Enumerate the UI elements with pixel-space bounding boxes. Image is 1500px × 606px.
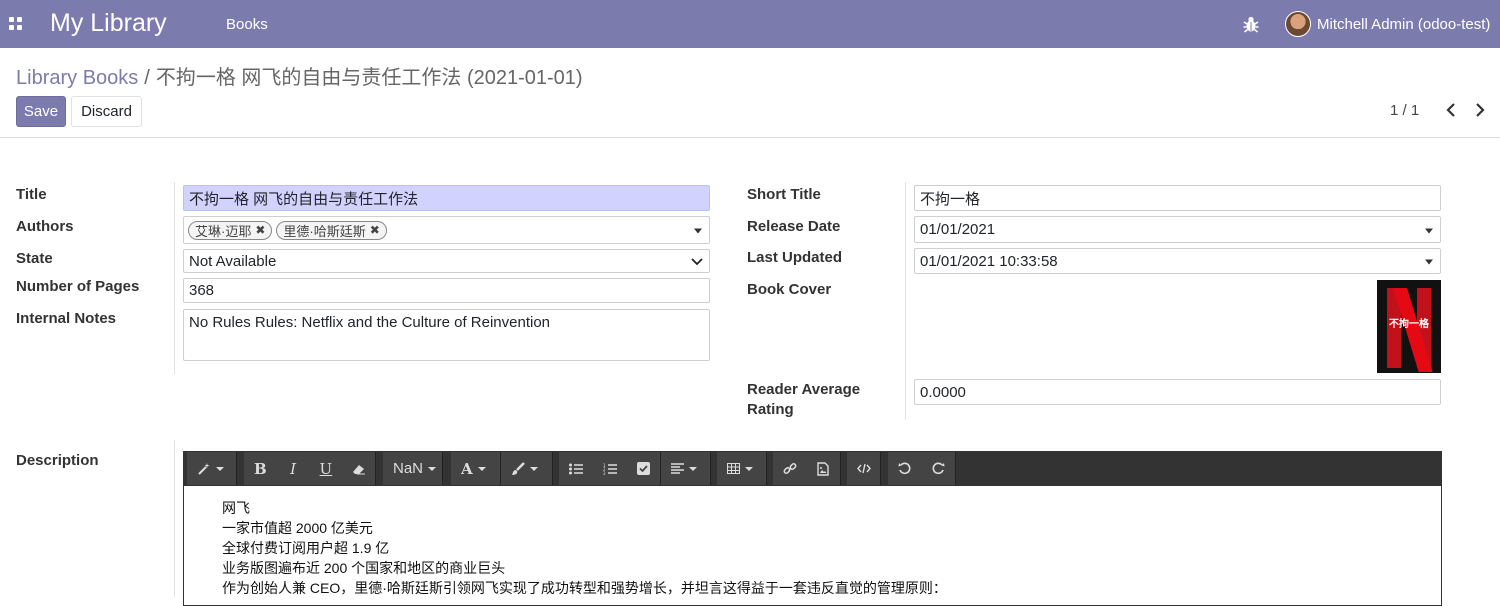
code-view-icon[interactable]: [847, 452, 880, 485]
breadcrumb-current-record: 不拘一格 网飞的自由与责任工作法 (2021-01-01): [155, 67, 583, 89]
table-group: [717, 452, 767, 485]
menu-books[interactable]: Books: [226, 16, 268, 33]
rating-label-line2: Rating: [747, 401, 794, 418]
release-date-picker[interactable]: 01/01/2021: [914, 216, 1441, 243]
chevron-down-icon: [691, 258, 703, 266]
apps-menu-icon[interactable]: [9, 17, 23, 31]
undo-icon[interactable]: [888, 452, 922, 485]
short-title-input[interactable]: 不拘一格: [914, 185, 1441, 211]
user-menu[interactable]: Mitchell Admin (odoo-test): [1317, 16, 1490, 33]
description-line: 作为创始人兼 CEO，里德·哈斯廷斯引领网飞实现了成功转型和强势增长，并坦言这得…: [222, 580, 947, 596]
magic-wand-icon[interactable]: [187, 452, 234, 485]
breadcrumb-separator: /: [144, 67, 150, 89]
debug-bug-icon[interactable]: [1243, 15, 1259, 33]
author-tag-label: 里德·哈斯廷斯: [283, 223, 366, 239]
list-group: 123: [559, 452, 661, 485]
image-icon[interactable]: [807, 452, 841, 485]
top-navbar: My Library Books Mitchell Admin (odoo-te…: [0, 0, 1500, 48]
rating-input[interactable]: 0.0000: [914, 379, 1441, 405]
remove-tag-icon[interactable]: ✖: [255, 223, 265, 237]
underline-icon[interactable]: U: [310, 452, 343, 485]
description-line: 一家市值超 2000 亿美元: [222, 520, 373, 536]
release-date-value: 01/01/2021: [920, 221, 996, 238]
dropdown-caret-icon[interactable]: [1425, 259, 1433, 265]
save-button[interactable]: Save: [16, 96, 66, 127]
description-editor[interactable]: 网飞 一家市值超 2000 亿美元 全球付费订阅用户超 1.9 亿 业务版图遍布…: [183, 486, 1442, 606]
rating-label: Reader Average Rating: [747, 380, 860, 420]
remove-tag-icon[interactable]: ✖: [370, 223, 380, 237]
breadcrumb: Library Books / 不拘一格 网飞的自由与责任工作法 (2021-01-…: [16, 61, 583, 90]
pages-label: Number of Pages: [16, 278, 140, 295]
breadcrumb-library-books[interactable]: Library Books: [16, 67, 138, 89]
last-updated-label: Last Updated: [747, 249, 843, 266]
app-title[interactable]: My Library: [50, 9, 167, 38]
release-date-label: Release Date: [747, 218, 841, 235]
left-group-separator: [174, 182, 175, 374]
codeview-group: [847, 452, 881, 485]
ordered-list-icon[interactable]: 123: [593, 452, 627, 485]
book-cover-title: 不拘一格: [1389, 319, 1429, 330]
control-panel-divider: [0, 137, 1500, 138]
table-icon[interactable]: [717, 452, 763, 485]
state-selected-value: Not Available: [189, 252, 277, 270]
pages-input[interactable]: 368: [183, 278, 710, 303]
author-tag[interactable]: 艾琳·迈耶 ✖: [188, 220, 273, 240]
state-select[interactable]: Not Available: [183, 249, 710, 273]
user-avatar[interactable]: [1285, 11, 1311, 37]
font-style-group: B I U: [244, 452, 376, 485]
last-updated-value: 01/01/2021 10:33:58: [920, 252, 1058, 270]
internal-notes-label: Internal Notes: [16, 310, 117, 327]
pager-value[interactable]: 1 / 1: [1390, 102, 1419, 119]
book-cover-image[interactable]: 不拘一格: [1377, 280, 1441, 373]
font-color-icon[interactable]: A: [451, 452, 496, 485]
description-label: Description: [16, 452, 99, 469]
rating-label-line1: Reader Average: [747, 381, 861, 398]
editor-toolbar: B I U NaN A 123: [183, 451, 1442, 486]
redo-icon[interactable]: [922, 452, 956, 485]
svg-text:3: 3: [603, 471, 606, 475]
chevron-right-icon[interactable]: [1473, 102, 1487, 118]
right-group-separator: [905, 182, 906, 420]
description-line: 业务版图遍布近 200 个国家和地区的商业巨头: [222, 560, 506, 576]
title-input[interactable]: 不拘一格 网飞的自由与责任工作法: [183, 185, 710, 211]
italic-icon[interactable]: I: [277, 452, 310, 485]
eraser-icon[interactable]: [342, 452, 375, 485]
insert-group: [773, 452, 841, 485]
dropdown-caret-icon[interactable]: [1425, 228, 1433, 233]
discard-button[interactable]: Discard: [71, 96, 142, 127]
dropdown-caret-icon[interactable]: [694, 228, 702, 234]
align-left-icon[interactable]: [661, 452, 707, 485]
chevron-left-icon[interactable]: [1444, 102, 1458, 118]
title-label: Title: [16, 186, 47, 203]
bg-color-group: [501, 452, 553, 485]
paintbrush-icon[interactable]: [501, 452, 548, 485]
font-size-dropdown[interactable]: NaN: [383, 452, 446, 485]
bold-icon[interactable]: B: [244, 452, 277, 485]
author-tag[interactable]: 里德·哈斯廷斯 ✖: [276, 220, 387, 240]
paragraph-group: [661, 452, 711, 485]
font-size-group: NaN: [383, 452, 443, 485]
font-size-value: NaN: [393, 460, 424, 477]
checklist-icon[interactable]: [626, 452, 660, 485]
short-title-label: Short Title: [747, 186, 821, 203]
link-icon[interactable]: [773, 452, 807, 485]
author-tag-label: 艾琳·迈耶: [195, 223, 252, 239]
history-group: [888, 452, 956, 485]
font-color-group: A: [451, 452, 501, 485]
last-updated-picker[interactable]: 01/01/2021 10:33:58: [914, 248, 1441, 274]
description-line: 全球付费订阅用户超 1.9 亿: [222, 540, 390, 556]
internal-notes-textarea[interactable]: No Rules Rules: Netflix and the Culture …: [183, 309, 710, 361]
state-label: State: [16, 250, 53, 267]
description-line: 网飞: [222, 500, 250, 516]
unordered-list-icon[interactable]: [559, 452, 593, 485]
authors-many2many-field[interactable]: 艾琳·迈耶 ✖ 里德·哈斯廷斯 ✖: [183, 216, 710, 244]
book-cover-label: Book Cover: [747, 281, 832, 298]
style-group: [187, 452, 237, 485]
description-separator: [174, 440, 175, 597]
authors-label: Authors: [16, 218, 74, 235]
